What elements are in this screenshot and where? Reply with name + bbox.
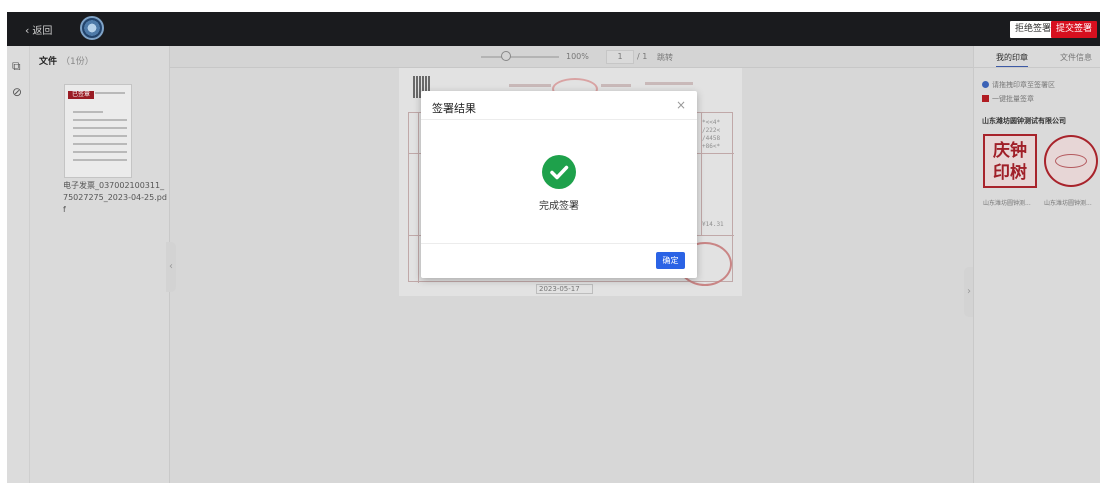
collapse-left-handle[interactable]: ‹: [166, 242, 176, 292]
doc-text: ¥14.31: [702, 221, 724, 228]
back-button[interactable]: ‹ 返回: [25, 22, 52, 37]
close-icon[interactable]: ×: [676, 98, 686, 112]
file-thumbnail[interactable]: 已签章: [64, 84, 132, 178]
doc-header-line: [645, 82, 693, 85]
jump-button[interactable]: 跳转: [657, 52, 673, 63]
copy-icon[interactable]: ⧉: [12, 60, 24, 72]
table-line: [418, 113, 419, 283]
thumb-line: [73, 135, 127, 137]
document-toolbar: 100% 1 / 1 跳转: [170, 46, 973, 68]
tab-file-info[interactable]: 文件信息: [1060, 52, 1092, 63]
doc-header-line: [601, 84, 631, 87]
page-total: / 1: [637, 52, 648, 61]
dialog-divider: [421, 119, 697, 120]
file-title-label: 文件: [39, 57, 58, 67]
attachment-icon[interactable]: ⊘: [12, 86, 24, 98]
doc-date-field: 2023-05-17: [536, 284, 593, 294]
zoom-level: 100%: [566, 52, 589, 61]
seal-label: 山东潍坊圆钟测...: [1044, 200, 1092, 207]
seal-label: 山东潍坊圆钟测...: [983, 200, 1031, 207]
seal-round[interactable]: [1044, 135, 1098, 187]
file-panel: 文件 （1份） 已签章 电子发票_037002100311_75027275_20…: [30, 46, 170, 483]
file-name[interactable]: 电子发票_037002100311_75027275_2023-04-25.pd…: [63, 180, 167, 216]
file-panel-title: 文件 （1份）: [39, 54, 94, 67]
batch-sign-label: 一键批量签章: [992, 95, 1034, 103]
confirm-button[interactable]: 确定: [656, 252, 685, 269]
seal-round-inner: [1055, 154, 1087, 168]
dialog-divider: [421, 243, 697, 244]
check-icon: [550, 165, 569, 180]
seal-panel-tabs: 我的印章 文件信息: [974, 46, 1100, 68]
back-label: 返回: [32, 26, 53, 37]
signed-tag: 已签章: [68, 91, 95, 99]
file-count: （1份）: [61, 57, 94, 67]
app-logo: [80, 16, 104, 40]
doc-text: *<<4*/222</4458 +86<*: [702, 119, 721, 150]
chevron-left-icon: ‹: [25, 24, 30, 37]
thumb-line: [73, 111, 103, 113]
thumb-line: [73, 127, 127, 129]
thumb-line: [73, 159, 127, 161]
doc-header-line: [509, 84, 551, 87]
thumb-line: [73, 143, 127, 145]
page-input[interactable]: 1: [606, 50, 634, 64]
drag-tip-text: 请拖拽印章至签署区: [992, 81, 1055, 89]
result-message: 完成签署: [539, 201, 579, 212]
reject-sign-button[interactable]: 拒绝签署: [1009, 21, 1056, 38]
zoom-slider[interactable]: [481, 56, 559, 58]
zoom-slider-handle[interactable]: [501, 51, 511, 61]
sign-result-dialog: 签署结果 × 完成签署 确定: [421, 91, 697, 278]
info-icon: [982, 81, 989, 88]
submit-sign-button[interactable]: 提交签署: [1050, 21, 1097, 38]
thumb-line: [95, 92, 125, 94]
company-name: 山东潍坊圆钟测试有限公司: [982, 117, 1066, 125]
tool-column: ⧉ ⊘: [7, 46, 30, 483]
checkbox-icon: [982, 95, 989, 102]
thumb-line: [73, 151, 127, 153]
success-check-icon: [542, 155, 576, 189]
dialog-title: 签署结果: [432, 102, 476, 115]
batch-sign-checkbox[interactable]: 一键批量签章: [982, 94, 1034, 104]
thumb-line: [73, 119, 127, 121]
top-header-bar: ‹ 返回 拒绝签署 提交签署: [7, 12, 1100, 46]
seal-square[interactable]: 庆钟印树: [983, 134, 1037, 188]
drag-tip: 请拖拽印章至签署区: [982, 80, 1055, 90]
seal-panel: 我的印章 文件信息 请拖拽印章至签署区 一键批量签章 山东潍坊圆钟测试有限公司 …: [973, 46, 1100, 483]
tab-my-seals[interactable]: 我的印章: [996, 52, 1028, 67]
